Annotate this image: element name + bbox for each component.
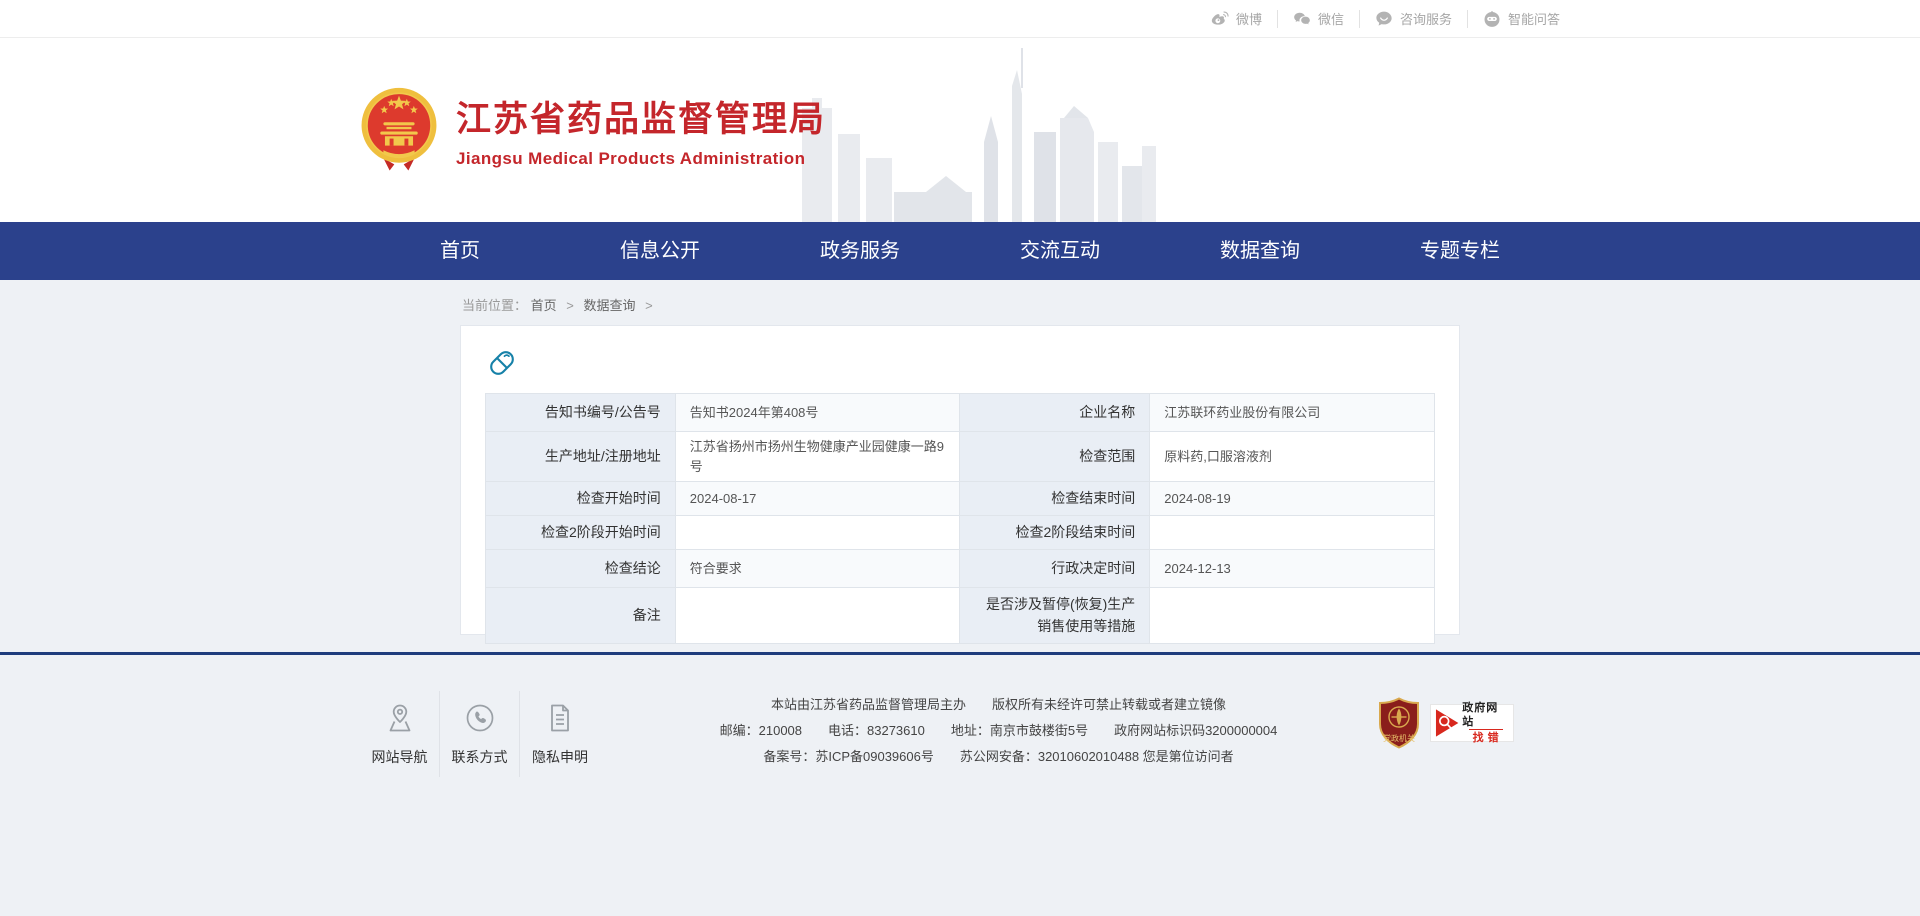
breadcrumb-home-link[interactable]: 首页 (531, 298, 557, 313)
nav-item-info-disclosure[interactable]: 信息公开 (560, 222, 760, 280)
logo-home-link[interactable]: 江苏省药品监督管理局 Jiangsu Medical Products Admi… (360, 86, 826, 174)
smart-qa-label: 智能问答 (1508, 9, 1560, 28)
field-value-suspension-measures (1150, 588, 1435, 644)
table-row: 备注 是否涉及暂停(恢复)生产销售使用等措施 (486, 588, 1435, 644)
weibo-icon (1211, 10, 1229, 28)
wechat-label: 微信 (1318, 9, 1344, 28)
field-label-notice-number: 告知书编号/公告号 (486, 394, 676, 432)
field-label-decision-date: 行政决定时间 (960, 550, 1150, 588)
field-value-phase2-end (1150, 516, 1435, 550)
site-title: 江苏省药品监督管理局 (456, 91, 826, 142)
website-error-report-badge[interactable]: 政府网站 找错 (1430, 704, 1514, 742)
consult-service-label: 咨询服务 (1400, 9, 1452, 28)
brand-text: 江苏省药品监督管理局 Jiangsu Medical Products Admi… (456, 91, 826, 169)
breadcrumb-prefix: 当前位置： (462, 298, 527, 313)
nav-item-data-query[interactable]: 数据查询 (1160, 222, 1360, 280)
city-skyline-graphic (798, 46, 1170, 222)
finder-badge-line1: 政府网站 (1462, 701, 1509, 729)
breadcrumb-data-query-link[interactable]: 数据查询 (584, 298, 636, 313)
finder-badge-line2: 找错 (1469, 729, 1503, 745)
error-finder-icon (1435, 708, 1460, 738)
table-row: 告知书编号/公告号 告知书2024年第408号 企业名称 江苏联环药业股份有限公… (486, 394, 1435, 432)
table-row: 检查开始时间 2024-08-17 检查结束时间 2024-08-19 (486, 482, 1435, 516)
field-value-company-name: 江苏联环药业股份有限公司 (1150, 394, 1435, 432)
shield-badge-label: 党政机关 (1383, 733, 1415, 743)
field-label-inspection-scope: 检查范围 (960, 432, 1150, 482)
inspection-record-card: 告知书编号/公告号 告知书2024年第408号 企业名称 江苏联环药业股份有限公… (460, 325, 1460, 635)
footer-info-line-contact: 邮编：210008 电话：83273610 地址：南京市鼓楼街5号 政府网站标识… (630, 718, 1367, 744)
chat-bubble-icon (1375, 10, 1393, 28)
field-value-address: 江苏省扬州市扬州生物健康产业园健康一路9号 (675, 432, 960, 482)
site-map-label: 网站导航 (372, 747, 428, 767)
national-emblem-logo (360, 86, 438, 174)
field-label-phase2-end: 检查2阶段结束时间 (960, 516, 1150, 550)
field-value-phase2-start (675, 516, 960, 550)
table-row: 检查2阶段开始时间 检查2阶段结束时间 (486, 516, 1435, 550)
field-value-conclusion: 符合要求 (675, 550, 960, 588)
table-row: 生产地址/注册地址 江苏省扬州市扬州生物健康产业园健康一路9号 检查范围 原料药… (486, 432, 1435, 482)
field-label-start-date: 检查开始时间 (486, 482, 676, 516)
footer-quick-links: 网站导航 联系方式 隐私申明 (360, 691, 600, 777)
footer-info-line-icp: 备案号：苏ICP备09039606号 苏公网安备：32010602010488 … (630, 744, 1367, 770)
field-label-remarks: 备注 (486, 588, 676, 644)
field-value-notice-number: 告知书2024年第408号 (675, 394, 960, 432)
site-header: 江苏省药品监督管理局 Jiangsu Medical Products Admi… (0, 38, 1920, 222)
field-value-remarks (675, 588, 960, 644)
party-gov-shield-badge[interactable]: 党政机关 (1377, 697, 1421, 749)
field-value-decision-date: 2024-12-13 (1150, 550, 1435, 588)
privacy-label: 隐私申明 (532, 747, 588, 767)
field-label-suspension-measures: 是否涉及暂停(恢复)生产销售使用等措施 (960, 588, 1150, 644)
site-footer: 网站导航 联系方式 隐私申明 本站由江苏省药品监督管理局主办 版权所有未经许可禁 (0, 652, 1920, 915)
pill-icon (487, 348, 517, 378)
weibo-label: 微博 (1236, 9, 1262, 28)
nav-item-home[interactable]: 首页 (360, 222, 560, 280)
nav-item-special-topics[interactable]: 专题专栏 (1360, 222, 1560, 280)
footer-info: 本站由江苏省药品监督管理局主办 版权所有未经许可禁止转载或者建立镜像 邮编：21… (600, 691, 1377, 770)
breadcrumb-separator: > (645, 298, 653, 313)
nav-item-gov-services[interactable]: 政务服务 (760, 222, 960, 280)
field-label-phase2-start: 检查2阶段开始时间 (486, 516, 676, 550)
table-row: 检查结论 符合要求 行政决定时间 2024-12-13 (486, 550, 1435, 588)
field-value-inspection-scope: 原料药,口服溶液剂 (1150, 432, 1435, 482)
smart-qa-link[interactable]: 智能问答 (1467, 10, 1560, 28)
field-label-company-name: 企业名称 (960, 394, 1150, 432)
contact-link[interactable]: 联系方式 (440, 691, 520, 777)
contact-label: 联系方式 (452, 747, 508, 767)
main-nav: 首页 信息公开 政务服务 交流互动 数据查询 专题专栏 (0, 222, 1920, 280)
nav-item-interaction[interactable]: 交流互动 (960, 222, 1160, 280)
breadcrumb-separator: > (566, 298, 574, 313)
field-label-end-date: 检查结束时间 (960, 482, 1150, 516)
field-label-address: 生产地址/注册地址 (486, 432, 676, 482)
weibo-link[interactable]: 微博 (1196, 10, 1277, 28)
site-subtitle: Jiangsu Medical Products Administration (456, 149, 826, 169)
footer-info-line-host: 本站由江苏省药品监督管理局主办 版权所有未经许可禁止转载或者建立镜像 (630, 692, 1367, 718)
top-utility-bar: 微博 微信 咨询服务 智能问答 (0, 0, 1920, 38)
privacy-link[interactable]: 隐私申明 (520, 691, 600, 777)
wechat-icon (1293, 10, 1311, 28)
robot-icon (1483, 10, 1501, 28)
field-label-conclusion: 检查结论 (486, 550, 676, 588)
footer-badges: 党政机关 政府网站 找错 (1377, 691, 1560, 749)
field-value-start-date: 2024-08-17 (675, 482, 960, 516)
site-map-icon (384, 702, 416, 734)
phone-icon (464, 702, 496, 734)
field-value-end-date: 2024-08-19 (1150, 482, 1435, 516)
wechat-link[interactable]: 微信 (1277, 10, 1359, 28)
privacy-doc-icon (544, 702, 576, 734)
inspection-detail-table: 告知书编号/公告号 告知书2024年第408号 企业名称 江苏联环药业股份有限公… (485, 393, 1435, 644)
breadcrumb: 当前位置： 首页 > 数据查询 > (460, 280, 1460, 325)
site-map-link[interactable]: 网站导航 (360, 691, 440, 777)
consult-service-link[interactable]: 咨询服务 (1359, 10, 1467, 28)
